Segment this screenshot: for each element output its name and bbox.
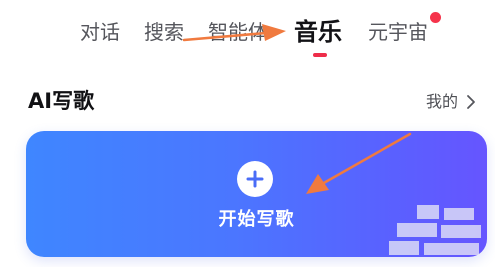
section-title: AI写歌 — [28, 89, 95, 113]
mine-link-label: 我的 — [426, 92, 459, 111]
active-tab-indicator — [313, 53, 327, 57]
chevron-right-icon — [464, 91, 478, 113]
tab-metaverse[interactable]: 元宇宙 — [368, 18, 428, 46]
mine-link[interactable]: 我的 — [426, 91, 478, 113]
tab-music[interactable]: 音乐 — [294, 16, 342, 48]
tab-agent[interactable]: 智能体 — [208, 18, 268, 46]
tab-dialog[interactable]: 对话 — [80, 18, 120, 46]
plus-icon — [237, 161, 273, 197]
notification-dot — [430, 12, 441, 23]
tab-search[interactable]: 搜索 — [144, 18, 184, 46]
blurred-watermark — [389, 205, 489, 260]
